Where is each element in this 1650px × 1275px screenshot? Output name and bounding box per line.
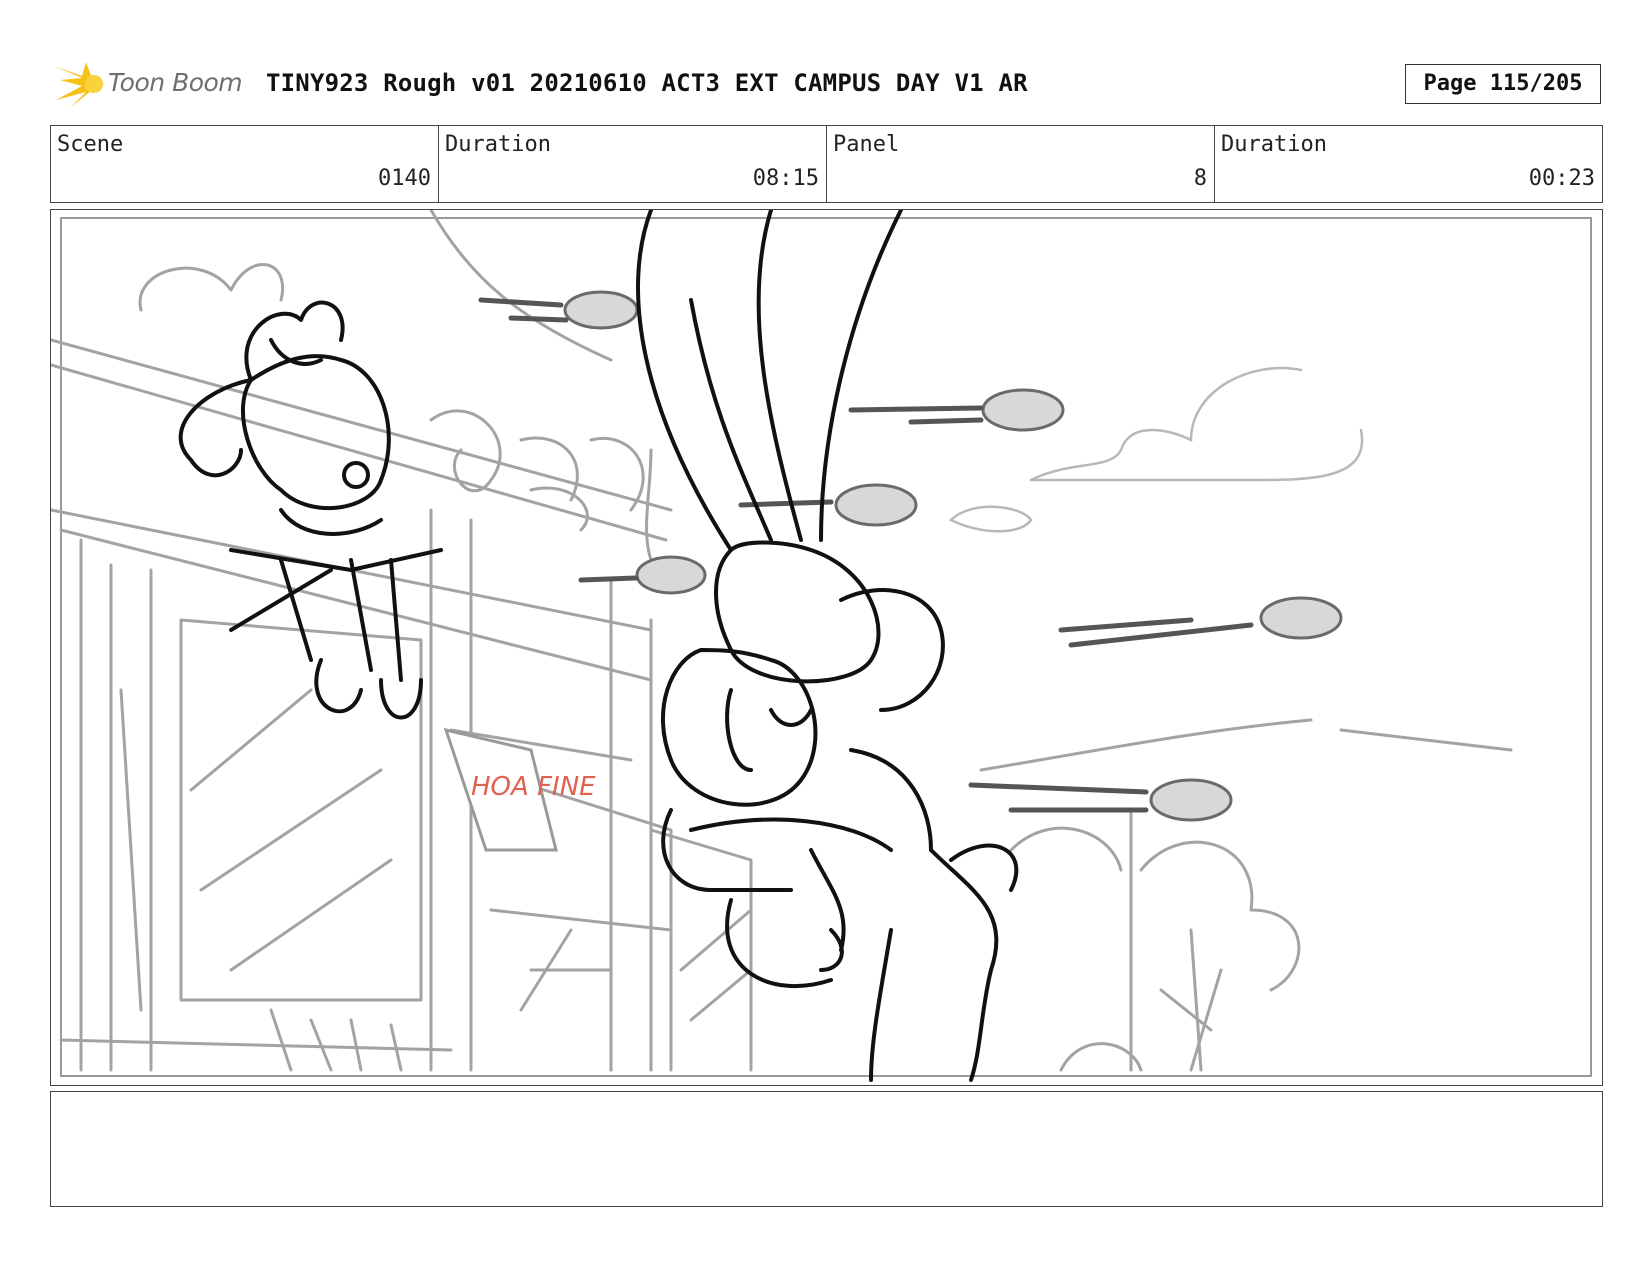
scene-value: 0140: [378, 166, 431, 191]
panel-duration-label: Duration: [1221, 132, 1327, 157]
panel-cell: Panel 8: [827, 126, 1215, 202]
panel-sketch: HOA FINE: [51, 210, 1592, 1082]
panel-duration-value: 00:23: [1528, 166, 1595, 191]
panel-label: Panel: [833, 132, 900, 157]
scene-info-table: Scene 0140 Duration 08:15 Panel 8 Durati…: [50, 125, 1603, 203]
logo-text: Toon Boom: [108, 68, 243, 97]
hoa-fine-notice: HOA FINE: [443, 727, 596, 852]
scene-duration-label: Duration: [445, 132, 551, 157]
storyboard-header: Toon Boom TINY923 Rough v01 20210610 ACT…: [52, 56, 1602, 112]
toon-boom-logo: Toon Boom: [52, 56, 252, 112]
scene-label: Scene: [57, 132, 124, 157]
sign-text: HOA FINE: [471, 772, 596, 802]
document-title: TINY923 Rough v01 20210610 ACT3 EXT CAMP…: [266, 69, 1028, 97]
panel-notes: [50, 1091, 1603, 1207]
scene-duration-value: 08:15: [752, 166, 819, 191]
starburst-icon: [54, 62, 104, 108]
scene-duration-cell: Duration 08:15: [439, 126, 827, 202]
scene-cell: Scene 0140: [51, 126, 439, 202]
storyboard-panel: HOA FINE: [50, 209, 1603, 1086]
characters-sketch: [178, 210, 1019, 1082]
page-number: Page 115/205: [1405, 64, 1601, 104]
panel-value: 8: [1193, 166, 1207, 191]
panel-duration-cell: Duration 00:23: [1215, 126, 1602, 202]
